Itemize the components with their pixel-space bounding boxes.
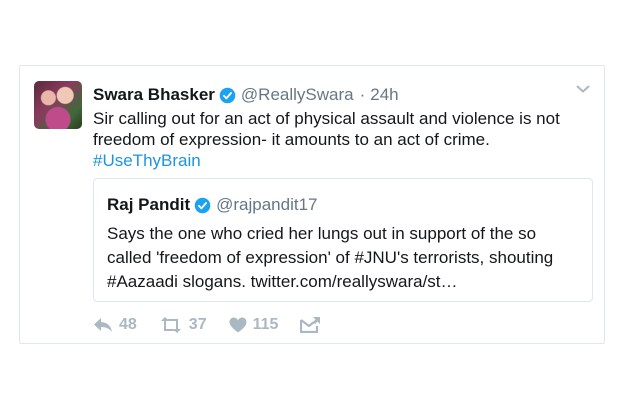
tweet-header: Swara Bhasker @ReallySwara · 24h <box>93 84 399 106</box>
reply-count: 48 <box>119 316 137 333</box>
tweet-body: Sir calling out for an act of physical a… <box>93 109 560 149</box>
direct-message-icon <box>300 317 321 333</box>
tweet-card[interactable]: Swara Bhasker @ReallySwara · 24h Sir cal… <box>19 65 605 344</box>
verified-badge-icon <box>194 197 211 213</box>
author-avatar[interactable] <box>34 81 82 129</box>
quoted-tweet[interactable]: Raj Pandit @rajpandit17 Says the one who… <box>93 178 593 302</box>
like-icon <box>229 317 247 333</box>
like-button[interactable]: 115 <box>229 316 279 334</box>
verified-badge-icon <box>219 87 236 103</box>
tweet-text: Sir calling out for an act of physical a… <box>93 108 603 171</box>
hashtag-link[interactable]: #UseThyBrain <box>93 150 603 171</box>
quoted-tweet-header: Raj Pandit @rajpandit17 <box>107 195 318 215</box>
tweet-actions: 48 37 115 <box>93 314 348 336</box>
author-name[interactable]: Swara Bhasker <box>93 85 215 105</box>
retweet-button[interactable]: 37 <box>159 316 207 334</box>
header-separator: · <box>359 85 366 104</box>
quoted-author-handle[interactable]: @rajpandit17 <box>216 195 317 215</box>
author-handle[interactable]: @ReallySwara <box>241 85 354 105</box>
chevron-down-icon[interactable] <box>576 82 590 96</box>
quoted-tweet-text: Says the one who cried her lungs out in … <box>107 224 554 291</box>
quoted-author-name[interactable]: Raj Pandit <box>107 195 190 215</box>
reply-button[interactable]: 48 <box>93 316 137 334</box>
like-count: 115 <box>252 316 279 333</box>
retweet-icon <box>160 317 181 333</box>
reply-icon <box>94 318 112 332</box>
direct-message-button[interactable] <box>300 317 326 333</box>
tweet-timestamp[interactable]: 24h <box>370 85 398 105</box>
retweet-count: 37 <box>188 316 207 333</box>
